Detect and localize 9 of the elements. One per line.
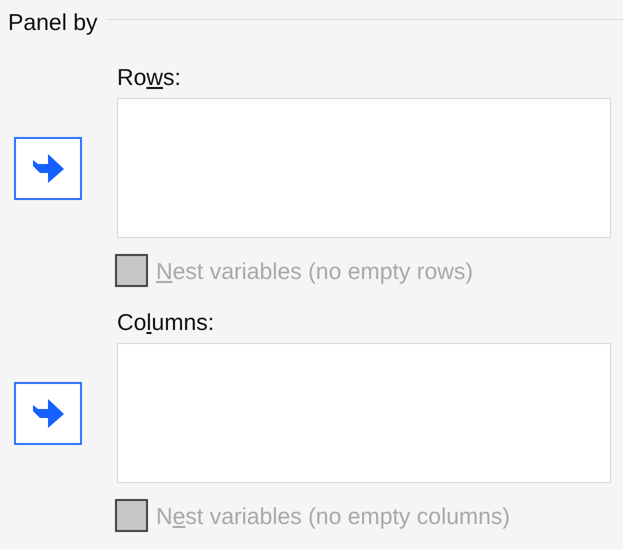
arrow-icon (31, 152, 65, 184)
move-button[interactable] (14, 382, 82, 444)
arrow-icon (31, 397, 65, 429)
checkbox-label: Nest variables (no empty columns) (156, 502, 510, 530)
move-button[interactable] (14, 136, 82, 200)
list-label: Rows: (117, 63, 181, 92)
list-label: Columns: (117, 308, 214, 337)
checkbox-label: Nest variables (no empty rows) (156, 256, 474, 286)
group-title: Panel by (8, 8, 98, 36)
